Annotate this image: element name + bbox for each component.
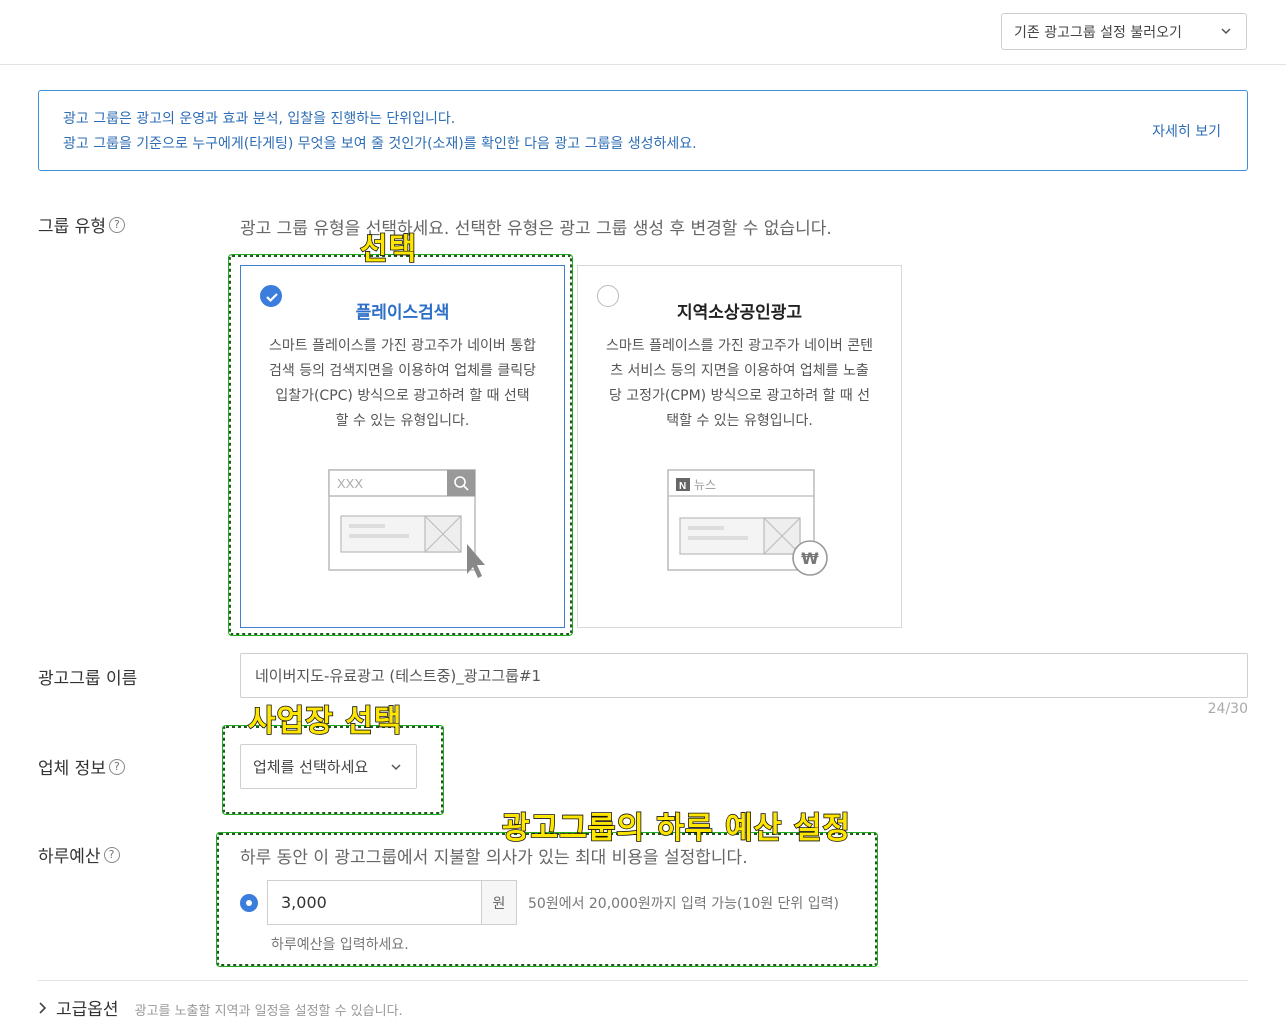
group-name-value: 네이버지도-유료광고 (테스트중)_광고그룹#1: [255, 667, 542, 685]
group-name-input[interactable]: 네이버지도-유료광고 (테스트중)_광고그룹#1: [240, 653, 1248, 698]
chevron-down-icon: [1221, 28, 1231, 35]
card-description: 스마트 플레이스를 가진 광고주가 네이버 콘텐츠 서비스 등의 지면을 이용하…: [606, 338, 873, 429]
info-line-1: 광고 그룹은 광고의 운영과 효과 분석, 입찰을 진행하는 단위입니다.: [63, 111, 456, 127]
load-existing-settings-label: 기존 광고그룹 설정 불러오기: [1014, 24, 1182, 41]
business-info-label-text: 업체 정보: [38, 759, 106, 779]
naver-badge-text: N: [679, 481, 686, 492]
illustration-news-text: 뉴스: [694, 478, 716, 492]
advanced-options-toggle[interactable]: 고급옵션 광고를 노출할 지역과 일정을 설정할 수 있습니다.: [38, 995, 403, 1020]
group-type-card-local-ads[interactable]: 지역소상공인광고 스마트 플레이스를 가진 광고주가 네이버 콘텐츠 서비스 등…: [577, 265, 902, 628]
annotation-box-budget: [216, 832, 878, 967]
business-info-label: 업체 정보 ?: [38, 754, 125, 779]
group-type-label-text: 그룹 유형: [38, 217, 106, 237]
divider: [38, 980, 1248, 981]
news-ad-illustration-icon: N 뉴스 ₩: [667, 469, 828, 576]
load-existing-settings-button[interactable]: 기존 광고그룹 설정 불러오기: [1001, 13, 1247, 50]
info-box: 광고 그룹은 광고의 운영과 효과 분석, 입찰을 진행하는 단위입니다. 광고…: [38, 90, 1248, 171]
card-title: 지역소상공인광고: [676, 303, 803, 323]
won-currency-text: ₩: [801, 549, 819, 568]
group-name-label: 광고그룹 이름: [38, 664, 137, 689]
annotation-label-business: 사업장 선택: [247, 703, 403, 740]
daily-budget-label: 하루예산 ?: [38, 842, 120, 867]
group-name-label-text: 광고그룹 이름: [38, 669, 138, 689]
annotation-box-select: [228, 254, 573, 636]
group-name-counter: 24/30: [1207, 701, 1248, 717]
help-icon[interactable]: ?: [108, 758, 125, 775]
annotation-label-select: 선택: [359, 231, 418, 268]
help-icon[interactable]: ?: [108, 216, 125, 233]
daily-budget-label-text: 하루예산: [38, 847, 101, 867]
advanced-options-description: 광고를 노출할 지역과 일정을 설정할 수 있습니다.: [134, 1004, 403, 1019]
detail-link[interactable]: 자세히 보기: [1152, 121, 1221, 141]
advanced-options-title: 고급옵션: [56, 1000, 119, 1020]
top-bar: 기존 광고그룹 설정 불러오기: [0, 0, 1286, 65]
info-line-2: 광고 그룹을 기준으로 누구에게(타게팅) 무엇을 보여 줄 것인가(소재)를 …: [63, 136, 697, 152]
group-type-description: 광고 그룹 유형을 선택하세요. 선택한 유형은 광고 그룹 생성 후 변경할 …: [240, 219, 832, 239]
chevron-right-icon: [39, 1002, 47, 1014]
help-icon[interactable]: ?: [103, 846, 120, 863]
annotation-label-budget: 광고그룹의 하루 예산 설정: [501, 810, 851, 847]
group-type-label: 그룹 유형 ?: [38, 212, 125, 237]
